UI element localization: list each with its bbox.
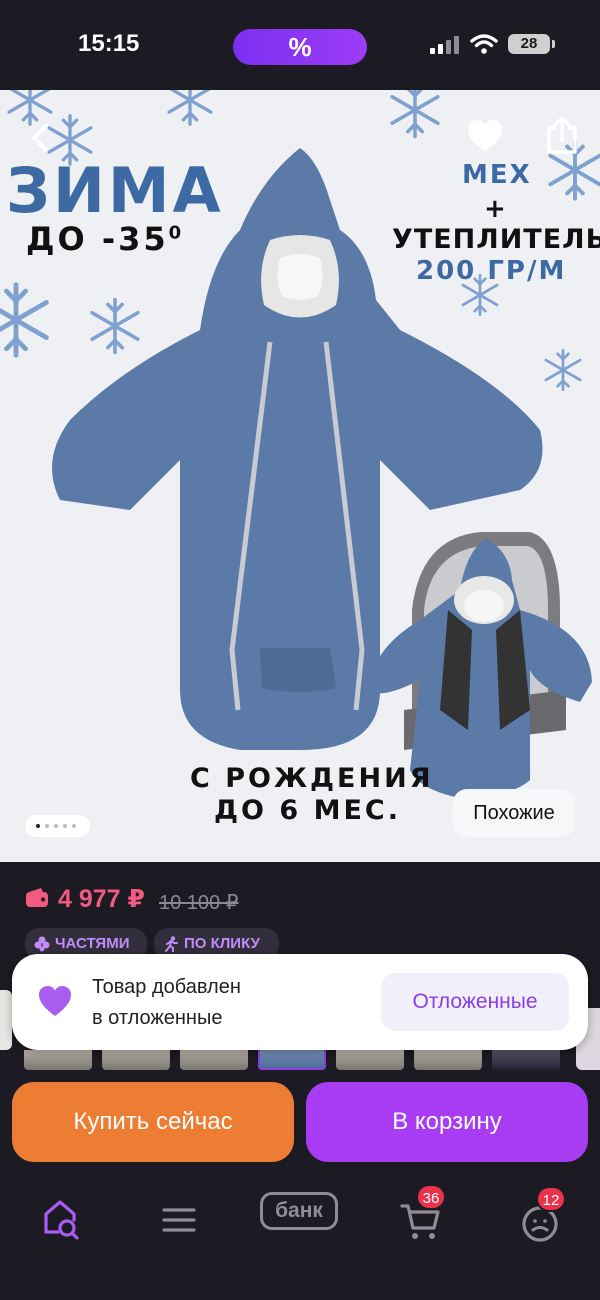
promo-feature-density: 200 ГР/М bbox=[416, 256, 567, 286]
share-icon[interactable] bbox=[544, 114, 580, 156]
product-image-gallery[interactable]: ЗИМА ДО -350 МЕХ + УТЕПЛИТЕЛЬ 200 ГР/М С… bbox=[0, 90, 600, 862]
carousel-dot bbox=[72, 824, 76, 828]
carousel-dot bbox=[45, 824, 49, 828]
current-price: 4 977 ₽ bbox=[58, 885, 145, 913]
variant-thumbnail[interactable] bbox=[180, 1050, 248, 1070]
variant-thumbnail[interactable] bbox=[24, 1050, 92, 1070]
promo-feature-plus: + bbox=[484, 194, 506, 224]
promo-feature-fur: МЕХ bbox=[462, 160, 532, 190]
installments-label: ЧАСТЯМИ bbox=[55, 935, 130, 952]
cellular-signal-icon bbox=[430, 36, 462, 54]
installments-icon bbox=[34, 936, 50, 952]
favorites-link-button[interactable]: Отложенные bbox=[381, 973, 569, 1031]
home-search-icon[interactable] bbox=[32, 1190, 92, 1250]
wallet-icon bbox=[26, 888, 48, 907]
similar-products-button[interactable]: Похожие bbox=[453, 789, 575, 837]
promo-headline: ЗИМА bbox=[6, 154, 224, 227]
catalog-menu-icon[interactable] bbox=[150, 1190, 210, 1250]
added-to-favorites-toast: Товар добавлен в отложенные Отложенные bbox=[12, 954, 588, 1050]
bank-tab[interactable]: банк bbox=[260, 1192, 340, 1232]
profile-tab[interactable]: 12 bbox=[510, 1186, 570, 1250]
bottom-navigation: банк 36 12 bbox=[0, 1170, 600, 1300]
toast-message-line1: Товар добавлен bbox=[92, 976, 241, 998]
add-to-cart-button[interactable]: В корзину bbox=[306, 1082, 588, 1162]
left-card-peek bbox=[0, 990, 12, 1050]
carousel-dot bbox=[54, 824, 58, 828]
old-price: 10 100 ₽ bbox=[159, 892, 239, 914]
status-time: 15:15 bbox=[78, 30, 140, 57]
variant-thumbnail[interactable] bbox=[102, 1050, 170, 1070]
cart-tab[interactable]: 36 bbox=[394, 1184, 454, 1250]
color-variant-thumbnails bbox=[0, 1050, 600, 1070]
cart-count-badge: 36 bbox=[416, 1184, 446, 1210]
battery-icon: 28 bbox=[508, 34, 555, 54]
carousel-indicator bbox=[25, 815, 90, 837]
variant-thumbnail-selected[interactable] bbox=[258, 1050, 326, 1070]
promo-temperature: ДО -350 bbox=[26, 220, 184, 258]
promo-temperature-degree: 0 bbox=[168, 222, 185, 244]
favorite-heart-icon bbox=[39, 986, 71, 1016]
profile-count-badge: 12 bbox=[536, 1186, 566, 1212]
back-chevron-icon[interactable] bbox=[22, 118, 62, 158]
carousel-dot bbox=[63, 824, 67, 828]
promo-percent-button[interactable]: % bbox=[233, 29, 367, 65]
variant-thumbnail[interactable] bbox=[414, 1050, 482, 1070]
favorite-heart-icon[interactable] bbox=[466, 118, 504, 154]
promo-age-line1: С РОЖДЕНИЯ bbox=[190, 763, 434, 794]
one-click-label: ПО КЛИКУ bbox=[184, 935, 260, 952]
status-bar: 15:15 % 28 bbox=[0, 0, 600, 90]
wifi-icon bbox=[470, 34, 498, 54]
running-person-icon bbox=[165, 936, 178, 952]
carousel-dot-active bbox=[36, 824, 40, 828]
promo-feature-insulation: УТЕПЛИТЕЛЬ bbox=[392, 224, 600, 255]
toast-message-line2: в отложенные bbox=[92, 1007, 223, 1029]
bank-label: банк bbox=[260, 1192, 338, 1230]
variant-thumbnail[interactable] bbox=[492, 1050, 560, 1070]
buy-now-button[interactable]: Купить сейчас bbox=[12, 1082, 294, 1162]
variant-thumbnail[interactable] bbox=[336, 1050, 404, 1070]
promo-temperature-value: ДО -35 bbox=[26, 220, 169, 258]
product-page: 15:15 % 28 ЗИМА ДО -350 МЕХ + УТЕПЛИТЕЛЬ… bbox=[0, 0, 600, 1300]
promo-age-line2: ДО 6 МЕС. bbox=[214, 795, 401, 826]
